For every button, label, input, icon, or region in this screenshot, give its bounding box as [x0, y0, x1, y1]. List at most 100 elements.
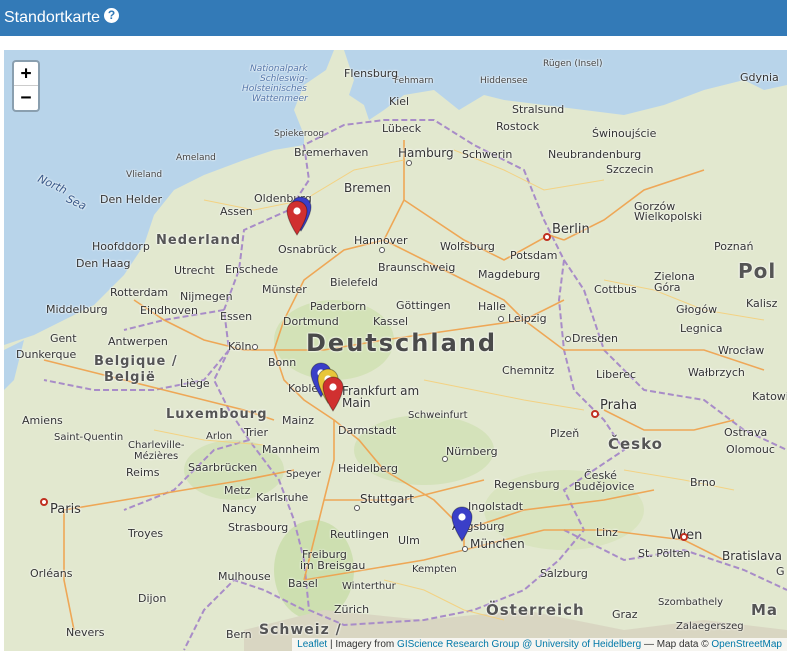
label-st-polten: St. Pölten [638, 547, 691, 560]
label-swinoujscie: Świnoujście [592, 127, 657, 140]
label-magdeburg: Magdeburg [478, 268, 541, 281]
label-osterreich: Österreich [486, 601, 585, 619]
label-linz: Linz [596, 526, 618, 539]
label-deutschland: Deutschland [306, 329, 498, 357]
label-nationalpark: Nationalpark [250, 64, 308, 74]
capital-dot-wien [680, 533, 688, 541]
capital-dot-praha [591, 410, 599, 418]
label-middelburg: Middelburg [46, 303, 108, 316]
label-stralsund: Stralsund [512, 103, 565, 116]
data-prefix: — Map data © [641, 639, 712, 650]
label-spiekeroog: Spiekeroog [274, 129, 325, 139]
label-chemnitz: Chemnitz [502, 364, 555, 377]
label-koln: Köln [228, 340, 252, 353]
label-nancy: Nancy [222, 502, 257, 515]
label-saarbrucken: Saarbrücken [188, 461, 258, 474]
label-zurich: Zürich [334, 603, 370, 616]
label-orleans: Orléans [30, 567, 73, 580]
label-ostrava: Ostrava [724, 426, 768, 439]
label-ingolstadt: Ingolstadt [468, 500, 524, 513]
label-reims: Reims [126, 466, 160, 479]
city-dot-hannover [379, 247, 385, 253]
label-schleswig: Schleswig- [260, 74, 308, 84]
capital-dot-paris [40, 498, 48, 506]
label-halle: Halle [478, 300, 506, 313]
label-rotterdam: Rotterdam [110, 286, 169, 299]
map-attribution: Leaflet | Imagery from GIScience Researc… [292, 638, 787, 651]
label-charleville: Charleville- [128, 440, 185, 451]
label-wielkopolski: Wielkopolski [634, 210, 703, 223]
label-schwerin: Schwerin [462, 148, 513, 161]
label-ma: Ma [751, 601, 779, 619]
label-hiddensee: Hiddensee [480, 76, 528, 86]
capital-dot-berlin [543, 233, 551, 241]
label-gottingen: Göttingen [396, 299, 451, 312]
label-basel: Basel [288, 577, 318, 590]
label-mannheim: Mannheim [262, 443, 320, 456]
label-wolfsburg: Wolfsburg [440, 240, 495, 253]
label-luxembourg: Luxembourg [166, 407, 268, 422]
label-praha: Praha [600, 398, 638, 413]
label-regensburg: Regensburg [494, 478, 560, 491]
label-eindhoven: Eindhoven [140, 304, 198, 317]
label-szczecin: Szczecin [606, 163, 654, 176]
label-trier: Trier [244, 426, 268, 439]
city-dot-hamburg [406, 160, 412, 166]
label-bern: Bern [226, 628, 252, 641]
label-belgique: Belgique / [94, 354, 178, 369]
label-potsdam: Potsdam [510, 249, 558, 262]
label-katowi: Katowi [752, 390, 787, 403]
label-paris: Paris [50, 502, 81, 517]
label-lubeck: Lübeck [382, 122, 422, 135]
label-dijon: Dijon [138, 592, 167, 605]
label-main: Main [342, 396, 371, 410]
label-bremen: Bremen [344, 181, 391, 195]
page-header: Standortkarte ? [0, 0, 787, 36]
label-mezieres: Mézières [134, 451, 179, 462]
label-speyer: Speyer [286, 469, 322, 480]
zoom-out-button[interactable]: − [14, 86, 38, 110]
provider-link[interactable]: GIScience Research Group @ University of… [397, 639, 641, 650]
label-mulhouse: Mulhouse [218, 570, 271, 583]
zoom-in-button[interactable]: + [14, 62, 38, 86]
help-icon[interactable]: ? [104, 7, 120, 23]
label-arlon: Arlon [206, 431, 233, 442]
label-rostock: Rostock [496, 120, 540, 133]
label-munchen: München [470, 537, 525, 551]
label-amiens: Amiens [22, 414, 63, 427]
label-dunkerque: Dunkerque [16, 348, 77, 361]
label-salzburg: Salzburg [540, 567, 588, 580]
label-paderborn: Paderborn [310, 300, 367, 313]
leaflet-link[interactable]: Leaflet [297, 639, 327, 650]
label-stuttgart: Stuttgart [360, 492, 414, 506]
label-mainz: Mainz [282, 414, 315, 427]
label-nevers: Nevers [66, 626, 105, 639]
label-munster: Münster [262, 283, 307, 296]
label-olomouc: Olomouc [726, 443, 775, 456]
label-liege: Liège [180, 377, 210, 390]
label-wattenmeer: Wattenmeer [252, 94, 308, 104]
label-reutlingen: Reutlingen [330, 528, 390, 541]
label-brno: Brno [690, 476, 716, 489]
label-liberec: Liberec [596, 368, 637, 381]
label-legnica: Legnica [680, 322, 723, 335]
label-essen: Essen [220, 310, 253, 323]
city-dot-nurnberg [442, 456, 448, 462]
label-darmstadt: Darmstadt [338, 424, 397, 437]
osm-link[interactable]: OpenStreetMap [711, 639, 782, 650]
city-dot-stuttgart [354, 505, 360, 511]
label-bratislava: Bratislava [722, 549, 782, 563]
label-ulm: Ulm [398, 534, 420, 547]
label-osnabruck: Osnabrück [278, 243, 337, 256]
label-ameland: Ameland [176, 153, 216, 163]
location-map[interactable]: Deutschland Nederland Belgique / België … [4, 50, 787, 651]
label-leipzig: Leipzig [508, 312, 547, 325]
marker-frankfurt-red[interactable] [322, 376, 344, 412]
label-holstein: Holsteinisches [242, 84, 307, 94]
label-assen: Assen [220, 205, 253, 218]
marker-munchen-blue[interactable] [451, 506, 473, 542]
label-nijmegen: Nijmegen [180, 290, 233, 303]
label-kempten: Kempten [412, 564, 457, 575]
marker-oldenburg-red[interactable] [286, 200, 308, 236]
label-dortmund: Dortmund [283, 315, 339, 328]
